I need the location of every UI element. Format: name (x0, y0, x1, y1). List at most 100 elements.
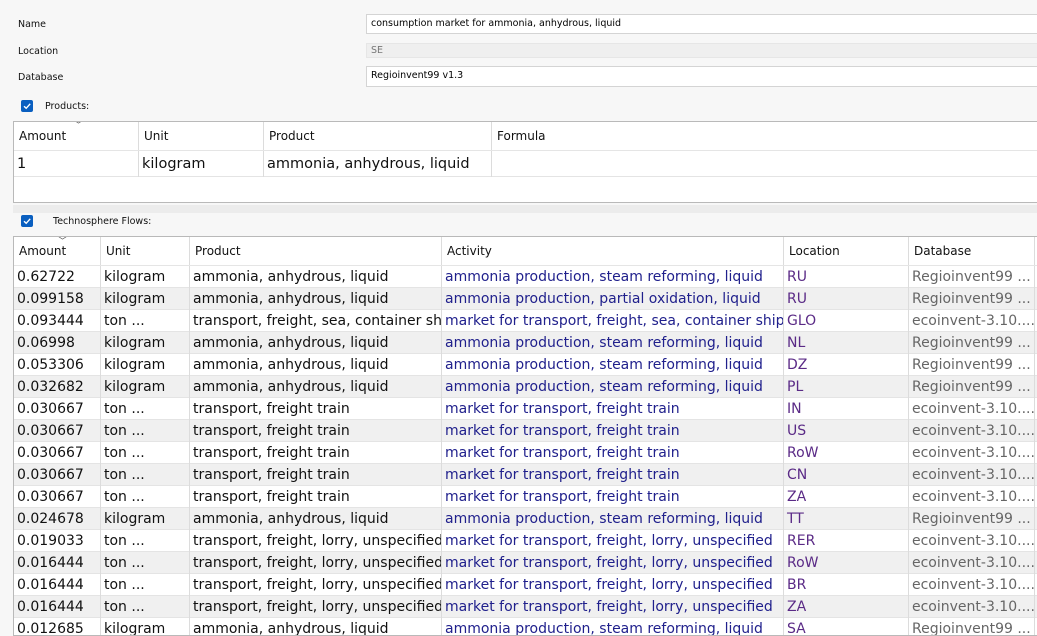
product-cell[interactable]: transport, freight train (190, 420, 442, 442)
location-cell[interactable]: RER (784, 530, 909, 552)
unit-cell[interactable]: ton ... (101, 552, 190, 574)
database-cell[interactable]: Regioinvent99 ... (909, 266, 1035, 288)
location-cell[interactable]: NL (784, 332, 909, 354)
amount-cell[interactable]: 0.06998 (14, 332, 101, 354)
technosphere-checkbox[interactable] (21, 215, 33, 227)
database-cell[interactable]: Regioinvent99 ... (909, 508, 1035, 530)
activity-cell[interactable]: market for transport, freight, lorry, un… (442, 552, 784, 574)
product-cell[interactable]: transport, freight, lorry, unspecified (190, 596, 442, 618)
activity-cell[interactable]: market for transport, freight train (442, 420, 784, 442)
location-cell[interactable]: RU (784, 266, 909, 288)
unit-cell[interactable]: ton ... (101, 398, 190, 420)
table-row[interactable]: 0.019033 ton ... transport, freight, lorry… (14, 530, 1037, 552)
activity-cell[interactable]: market for transport, freight train (442, 398, 784, 420)
product-cell[interactable]: transport, freight, sea, container ship (190, 310, 442, 332)
activity-cell[interactable]: market for transport, freight train (442, 486, 784, 508)
activity-cell[interactable]: ammonia production, steam reforming, liq… (442, 354, 784, 376)
activity-cell[interactable]: ammonia production, steam reforming, liq… (442, 376, 784, 398)
location-cell[interactable]: ZA (784, 596, 909, 618)
unit-cell[interactable]: ton ... (101, 464, 190, 486)
product-cell[interactable]: ammonia, anhydrous, liquid (190, 332, 442, 354)
tech-col-product[interactable]: Product (190, 237, 442, 265)
product-amount-cell[interactable]: 1 (14, 151, 139, 177)
amount-cell[interactable]: 0.030667 (14, 442, 101, 464)
activity-cell[interactable]: market for transport, freight, lorry, un… (442, 530, 784, 552)
table-row[interactable]: 0.093444 ton ... transport, freight, sea, … (14, 310, 1037, 332)
location-cell[interactable]: PL (784, 376, 909, 398)
table-row[interactable]: 0.030667 ton ... transport, freight train m… (14, 442, 1037, 464)
tech-col-amount[interactable]: ﹀ Amount (14, 237, 101, 265)
database-cell[interactable]: Regioinvent99 ... (909, 354, 1035, 376)
amount-cell[interactable]: 0.030667 (14, 464, 101, 486)
activity-cell[interactable]: market for transport, freight train (442, 464, 784, 486)
database-cell[interactable]: ecoinvent-3.10.... (909, 552, 1035, 574)
table-row[interactable]: 0.030667 ton ... transport, freight train m… (14, 398, 1037, 420)
activity-cell[interactable]: market for transport, freight, lorry, un… (442, 574, 784, 596)
product-cell[interactable]: ammonia, anhydrous, liquid (190, 354, 442, 376)
amount-cell[interactable]: 0.024678 (14, 508, 101, 530)
table-row[interactable]: 0.62722 kilogram ammonia, anhydrous, liqui… (14, 266, 1037, 288)
amount-cell[interactable]: 0.099158 (14, 288, 101, 310)
amount-cell[interactable]: 0.032682 (14, 376, 101, 398)
location-cell[interactable]: DZ (784, 354, 909, 376)
database-cell[interactable]: ecoinvent-3.10.... (909, 464, 1035, 486)
table-row[interactable]: 0.030667 ton ... transport, freight train m… (14, 420, 1037, 442)
amount-cell[interactable]: 0.016444 (14, 596, 101, 618)
product-cell[interactable]: ammonia, anhydrous, liquid (190, 618, 442, 635)
tech-col-activity[interactable]: Activity (442, 237, 784, 265)
amount-cell[interactable]: 0.030667 (14, 420, 101, 442)
product-cell[interactable]: transport, freight, lorry, unspecified (190, 552, 442, 574)
unit-cell[interactable]: ton ... (101, 486, 190, 508)
unit-cell[interactable]: ton ... (101, 530, 190, 552)
location-field[interactable]: SE (366, 43, 1037, 58)
product-cell[interactable]: transport, freight, lorry, unspecified (190, 530, 442, 552)
amount-cell[interactable]: 0.030667 (14, 398, 101, 420)
products-col-amount[interactable]: ﹀ Amount (14, 122, 139, 150)
location-cell[interactable]: IN (784, 398, 909, 420)
amount-cell[interactable]: 0.012685 (14, 618, 101, 635)
product-cell[interactable]: transport, freight train (190, 486, 442, 508)
database-cell[interactable]: Regioinvent99 ... (909, 332, 1035, 354)
product-cell[interactable]: transport, freight, lorry, unspecified (190, 574, 442, 596)
products-col-unit[interactable]: Unit (139, 122, 264, 150)
location-cell[interactable]: CN (784, 464, 909, 486)
location-cell[interactable]: RoW (784, 442, 909, 464)
activity-cell[interactable]: ammonia production, steam reforming, liq… (442, 508, 784, 530)
table-row[interactable]: 0.012685 kilogram ammonia, anhydrous, liqu… (14, 618, 1037, 635)
products-col-formula[interactable]: Formula (492, 122, 1037, 150)
activity-cell[interactable]: market for transport, freight, sea, cont… (442, 310, 784, 332)
table-row[interactable]: 0.016444 ton ... transport, freight, lorry… (14, 574, 1037, 596)
unit-cell[interactable]: kilogram (101, 508, 190, 530)
amount-cell[interactable]: 0.093444 (14, 310, 101, 332)
database-cell[interactable]: ecoinvent-3.10.... (909, 574, 1035, 596)
product-cell[interactable]: transport, freight train (190, 442, 442, 464)
unit-cell[interactable]: kilogram (101, 354, 190, 376)
product-cell[interactable]: ammonia, anhydrous, liquid (190, 376, 442, 398)
database-cell[interactable]: ecoinvent-3.10.... (909, 420, 1035, 442)
table-row[interactable]: 0.053306 kilogram ammonia, anhydrous, liqu… (14, 354, 1037, 376)
tech-col-location[interactable]: Location (784, 237, 909, 265)
table-row[interactable]: 0.099158 kilogram ammonia, anhydrous, liqu… (14, 288, 1037, 310)
product-cell[interactable]: ammonia, anhydrous, liquid (190, 288, 442, 310)
activity-cell[interactable]: ammonia production, steam reforming, liq… (442, 332, 784, 354)
unit-cell[interactable]: ton ... (101, 310, 190, 332)
activity-cell[interactable]: market for transport, freight train (442, 442, 784, 464)
activity-cell[interactable]: ammonia production, steam reforming, liq… (442, 618, 784, 635)
database-cell[interactable]: Regioinvent99 ... (909, 376, 1035, 398)
table-row[interactable]: 0.032682 kilogram ammonia, anhydrous, liqu… (14, 376, 1037, 398)
amount-cell[interactable]: 0.053306 (14, 354, 101, 376)
location-cell[interactable]: RoW (784, 552, 909, 574)
unit-cell[interactable]: kilogram (101, 376, 190, 398)
location-cell[interactable]: US (784, 420, 909, 442)
products-col-product[interactable]: Product (264, 122, 492, 150)
amount-cell[interactable]: 0.016444 (14, 574, 101, 596)
amount-cell[interactable]: 0.019033 (14, 530, 101, 552)
table-row[interactable]: 0.024678 kilogram ammonia, anhydrous, liqu… (14, 508, 1037, 530)
unit-cell[interactable]: ton ... (101, 420, 190, 442)
location-cell[interactable]: RU (784, 288, 909, 310)
database-cell[interactable]: ecoinvent-3.10.... (909, 398, 1035, 420)
amount-cell[interactable]: 0.030667 (14, 486, 101, 508)
products-checkbox[interactable] (21, 100, 33, 112)
activity-cell[interactable]: ammonia production, partial oxidation, l… (442, 288, 784, 310)
table-row[interactable]: 0.06998 kilogram ammonia, anhydrous, liqui… (14, 332, 1037, 354)
